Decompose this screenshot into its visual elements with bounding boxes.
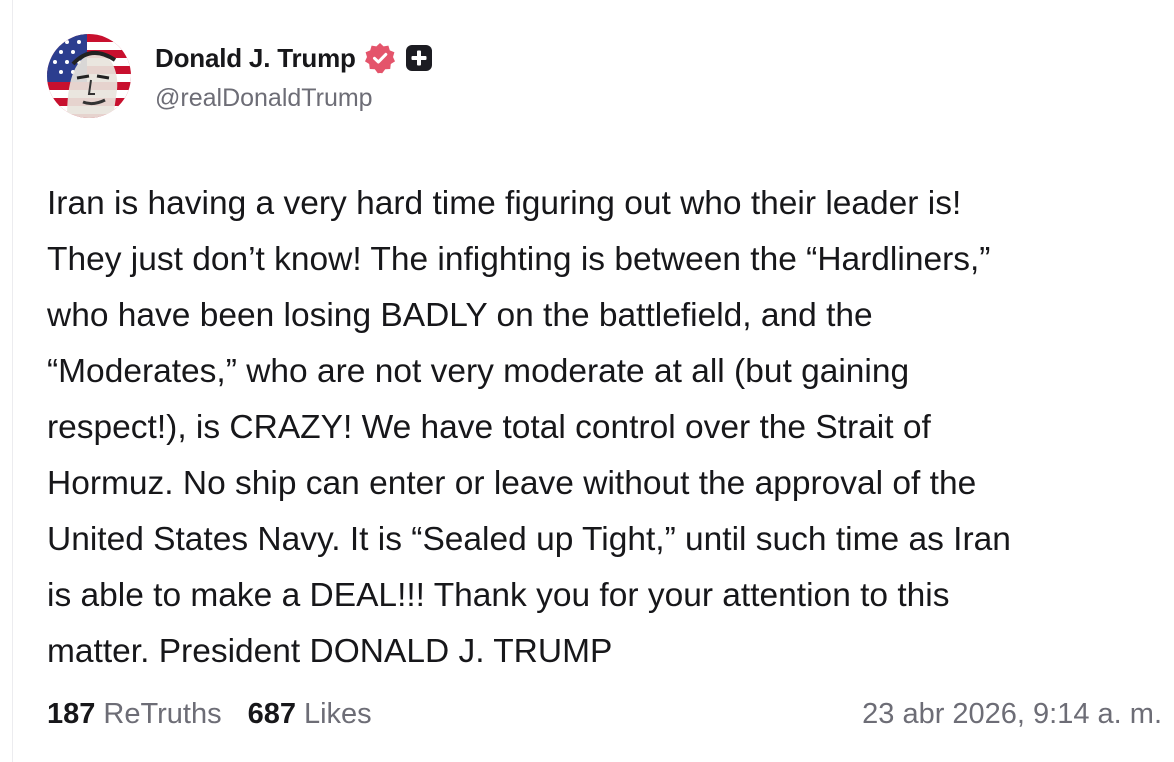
post-body-text: Iran is having a very hard time figuring… [47, 185, 1011, 670]
author-name-row: Donald J. Trump [155, 42, 432, 74]
post-timestamp[interactable]: 23 abr 2026, 9:14 a. m. [862, 698, 1162, 731]
post-card: Donald J. Trump @realDonaldTrump Iran is… [47, 34, 1162, 730]
likes-stat[interactable]: 687 Likes [248, 698, 372, 731]
avatar-image [47, 34, 131, 118]
avatar[interactable] [47, 34, 131, 118]
retruths-count: 187 [47, 697, 96, 730]
likes-label: Likes [303, 697, 372, 730]
plus-icon [405, 45, 432, 71]
retruths-label: ReTruths [103, 697, 222, 730]
left-divider [12, 0, 13, 762]
retruths-stat[interactable]: 187 ReTruths [47, 698, 222, 731]
author-handle[interactable]: @realDonaldTrump [155, 84, 432, 113]
post-footer: 187 ReTruths 687 Likes 23 abr 2026, 9:14 a… [47, 694, 1162, 734]
author-identity: Donald J. Trump @realDonaldTrump [155, 42, 432, 113]
verified-badge-icon [364, 42, 396, 74]
likes-count: 687 [247, 697, 296, 730]
post-header: Donald J. Trump @realDonaldTrump [47, 34, 1162, 120]
author-display-name[interactable]: Donald J. Trump [155, 43, 356, 74]
